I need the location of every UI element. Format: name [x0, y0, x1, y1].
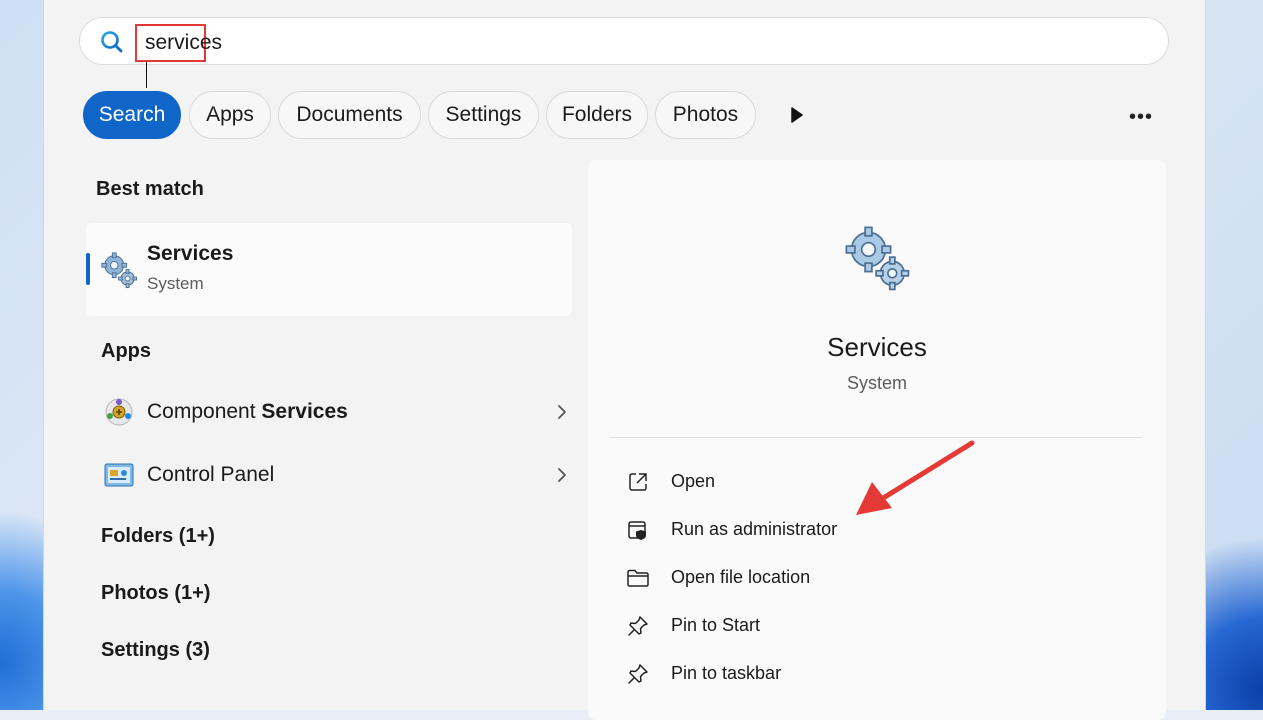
action-label: Run as administrator [671, 519, 838, 539]
play-more-filters-icon[interactable] [790, 107, 804, 123]
more-options-icon[interactable]: ••• [1129, 107, 1153, 127]
action-open-file-location[interactable]: Open file location [626, 562, 1026, 594]
folder-icon [627, 569, 649, 587]
photos-heading[interactable]: Photos (1+) [101, 582, 210, 605]
best-match-subtitle: System [147, 274, 204, 293]
search-box[interactable]: services [79, 17, 1169, 89]
action-label: Pin to Start [671, 615, 761, 635]
control-panel-icon [104, 463, 134, 487]
app-result-component-services[interactable]: Component Services [101, 392, 566, 432]
settings-heading[interactable]: Settings (3) [101, 639, 210, 662]
chevron-right-icon[interactable] [557, 404, 567, 420]
services-gears-large-icon [845, 226, 910, 291]
action-label: Open file location [671, 567, 811, 587]
annotation-arrow [856, 440, 975, 515]
services-gears-icon [101, 252, 138, 289]
filter-tab-settings[interactable]: Settings [428, 91, 539, 139]
best-match-title: Services [147, 242, 234, 265]
component-services-icon [105, 398, 133, 426]
text-caret [146, 62, 147, 89]
filter-tab-photos[interactable]: Photos [655, 91, 756, 139]
app-label-control-panel: Control Panel [147, 463, 275, 486]
best-match-result[interactable]: Services System [86, 223, 572, 316]
filter-tab-search[interactable]: Search [83, 91, 181, 139]
preview-title: Services [827, 332, 927, 362]
action-label: Pin to taskbar [671, 663, 782, 683]
best-match-heading: Best match [96, 178, 204, 200]
start-search-panel: services Search Apps Documents Settings … [43, 0, 1206, 720]
selection-indicator [86, 253, 90, 285]
action-label: Open [671, 471, 716, 491]
filter-tab-documents[interactable]: Documents [278, 91, 421, 139]
filter-tab-folders[interactable]: Folders [546, 91, 648, 139]
pin-icon [628, 664, 648, 684]
apps-heading: Apps [101, 340, 151, 362]
chevron-right-icon[interactable] [557, 467, 567, 483]
search-icon [101, 31, 123, 53]
preview-subtitle: System [846, 373, 907, 393]
run-as-admin-shield-icon [628, 521, 646, 540]
filter-tab-apps[interactable]: Apps [189, 91, 271, 139]
folders-heading[interactable]: Folders (1+) [101, 525, 215, 548]
open-external-icon [629, 473, 647, 491]
app-result-control-panel[interactable]: Control Panel [101, 455, 566, 495]
action-pin-to-start[interactable]: Pin to Start [626, 610, 1026, 642]
app-label-component-services: Component Services [147, 400, 348, 423]
pin-icon [628, 616, 648, 636]
search-query-text: services [145, 31, 223, 54]
action-pin-to-taskbar[interactable]: Pin to taskbar [626, 658, 1026, 690]
search-input[interactable]: services [135, 24, 222, 89]
